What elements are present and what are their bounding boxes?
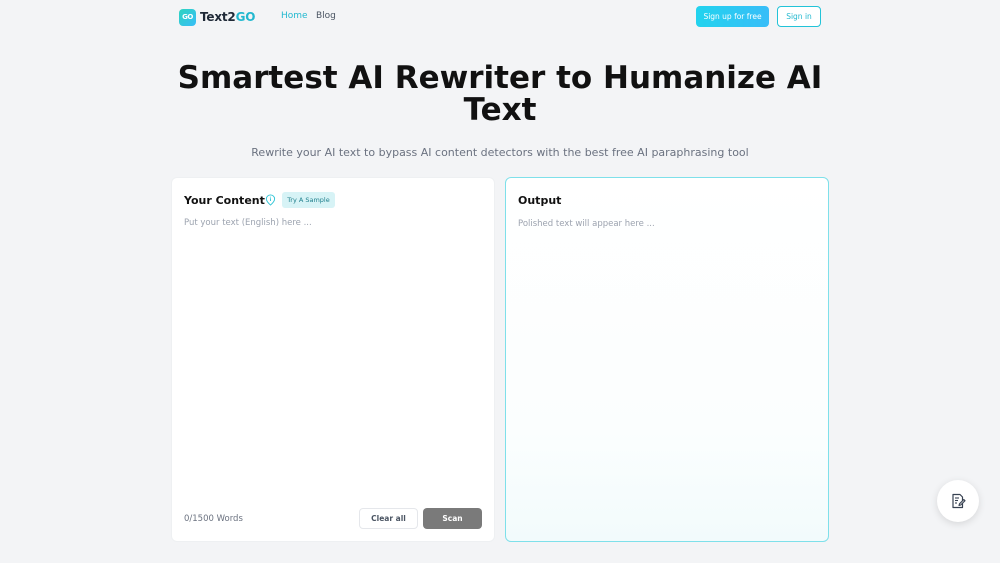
nav-link-home[interactable]: Home xyxy=(281,11,308,21)
word-count: 0/1500 Words xyxy=(184,514,243,524)
document-edit-icon xyxy=(952,493,966,509)
output-panel: Output Polished text will appear here ..… xyxy=(505,177,829,542)
page-title: Smartest AI Rewriter to Humanize AI Text xyxy=(177,60,823,128)
input-panel: Your Content Try A Sample 0/1500 Words C… xyxy=(171,177,495,542)
signin-button[interactable]: Sign in xyxy=(777,6,821,27)
feedback-fab[interactable] xyxy=(937,480,979,522)
input-panel-title: Your Content xyxy=(184,194,265,207)
logo[interactable]: GO Text2GO xyxy=(179,8,255,26)
top-nav: GO Text2GO Home Blog Sign up for free Si… xyxy=(0,0,1000,34)
scan-button[interactable]: Scan xyxy=(423,508,482,529)
content-input[interactable] xyxy=(184,218,482,498)
output-placeholder: Polished text will appear here ... xyxy=(518,219,655,229)
output-panel-title: Output xyxy=(518,194,562,207)
try-sample-button[interactable]: Try A Sample xyxy=(282,192,335,208)
nav-link-blog[interactable]: Blog xyxy=(316,11,336,21)
info-pin-icon[interactable] xyxy=(265,194,276,206)
logo-text: Text2GO xyxy=(200,10,256,24)
clear-all-button[interactable]: Clear all xyxy=(359,508,418,529)
signup-button[interactable]: Sign up for free xyxy=(696,6,769,27)
logo-mark-icon: GO xyxy=(179,8,196,26)
page-subtitle: Rewrite your AI text to bypass AI conten… xyxy=(251,146,749,159)
